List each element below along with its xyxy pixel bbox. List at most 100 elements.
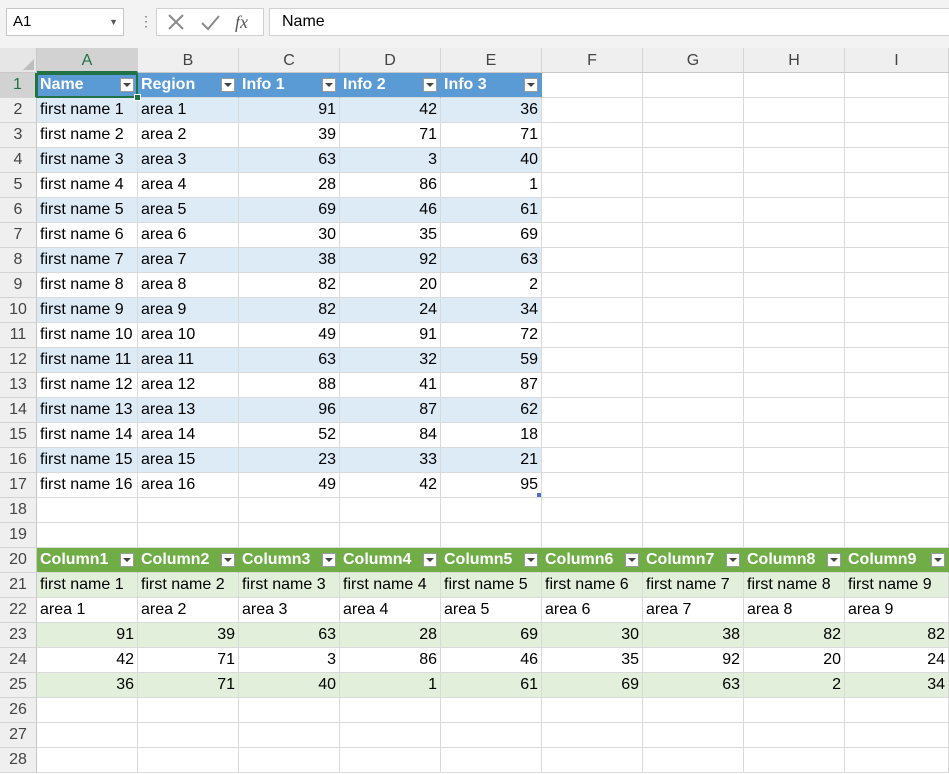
table1-cell[interactable]: first name 12 — [37, 373, 138, 398]
table1-cell[interactable]: first name 2 — [37, 123, 138, 148]
table2-cell[interactable]: first name 3 — [239, 573, 340, 598]
table1-cell[interactable]: area 4 — [138, 173, 239, 198]
grid-cell[interactable] — [845, 373, 949, 398]
table1-cell[interactable]: first name 14 — [37, 423, 138, 448]
row-header-1[interactable]: 1 — [0, 73, 37, 98]
table1-cell[interactable]: area 2 — [138, 123, 239, 148]
table1-cell[interactable]: 34 — [441, 298, 542, 323]
filter-dropdown-icon[interactable] — [524, 78, 538, 92]
table1-header-cell[interactable]: Region — [138, 73, 239, 98]
grid-cell[interactable] — [340, 498, 441, 523]
grid-cell[interactable] — [441, 698, 542, 723]
table2-cell[interactable]: 28 — [340, 623, 441, 648]
grid-cell[interactable] — [744, 73, 845, 98]
table1-cell[interactable]: area 16 — [138, 473, 239, 498]
grid-cell[interactable] — [744, 273, 845, 298]
row-header-4[interactable]: 4 — [0, 148, 37, 173]
table2-cell[interactable]: 82 — [744, 623, 845, 648]
more-options-icon[interactable]: ⋮ — [139, 14, 153, 28]
grid-cell[interactable] — [542, 373, 643, 398]
grid-cell[interactable] — [138, 723, 239, 748]
table1-cell[interactable]: 61 — [441, 198, 542, 223]
table1-cell[interactable]: 69 — [441, 223, 542, 248]
table2-cell[interactable]: 82 — [845, 623, 949, 648]
table2-header-cell[interactable]: Column6 — [542, 548, 643, 573]
grid-cell[interactable] — [845, 498, 949, 523]
table1-cell[interactable]: 69 — [239, 198, 340, 223]
table1-cell[interactable]: first name 16 — [37, 473, 138, 498]
select-all-button[interactable] — [0, 48, 37, 73]
grid-cell[interactable] — [542, 223, 643, 248]
table1-cell[interactable]: area 9 — [138, 298, 239, 323]
table2-cell[interactable]: area 1 — [37, 598, 138, 623]
table2-cell[interactable]: first name 7 — [643, 573, 744, 598]
grid-cell[interactable] — [744, 498, 845, 523]
table2-cell[interactable]: area 7 — [643, 598, 744, 623]
table1-cell[interactable]: 24 — [340, 298, 441, 323]
table2-cell[interactable]: area 9 — [845, 598, 949, 623]
row-header-19[interactable]: 19 — [0, 523, 37, 548]
grid-cell[interactable] — [744, 198, 845, 223]
table1-cell[interactable]: 87 — [441, 373, 542, 398]
row-header-15[interactable]: 15 — [0, 423, 37, 448]
table2-cell[interactable]: 35 — [542, 648, 643, 673]
table1-cell[interactable]: area 12 — [138, 373, 239, 398]
check-icon[interactable] — [199, 11, 221, 33]
grid-cell[interactable] — [239, 748, 340, 773]
grid-cell[interactable] — [138, 748, 239, 773]
grid-cell[interactable] — [37, 723, 138, 748]
table2-header-cell[interactable]: Column5 — [441, 548, 542, 573]
table1-cell[interactable]: area 3 — [138, 148, 239, 173]
filter-dropdown-icon[interactable] — [524, 553, 538, 567]
grid-cell[interactable] — [744, 98, 845, 123]
row-header-13[interactable]: 13 — [0, 373, 37, 398]
grid-cell[interactable] — [744, 348, 845, 373]
grid-cell[interactable] — [542, 273, 643, 298]
grid-cell[interactable] — [138, 498, 239, 523]
table1-cell[interactable]: first name 8 — [37, 273, 138, 298]
table2-cell[interactable]: first name 6 — [542, 573, 643, 598]
grid-cell[interactable] — [643, 248, 744, 273]
column-header-i[interactable]: I — [845, 48, 949, 73]
grid-cell[interactable] — [138, 698, 239, 723]
grid-cell[interactable] — [542, 723, 643, 748]
table1-cell[interactable]: 36 — [441, 98, 542, 123]
column-header-e[interactable]: E — [441, 48, 542, 73]
filter-dropdown-icon[interactable] — [221, 553, 235, 567]
grid-cell[interactable] — [744, 123, 845, 148]
table1-cell[interactable]: first name 1 — [37, 98, 138, 123]
grid-cell[interactable] — [744, 423, 845, 448]
table2-cell[interactable]: area 5 — [441, 598, 542, 623]
table2-cell[interactable]: 71 — [138, 648, 239, 673]
table2-cell[interactable]: 42 — [37, 648, 138, 673]
grid-cell[interactable] — [643, 698, 744, 723]
name-box[interactable]: A1 ▼ — [6, 8, 124, 36]
table1-cell[interactable]: 1 — [441, 173, 542, 198]
grid-cell[interactable] — [643, 98, 744, 123]
row-header-5[interactable]: 5 — [0, 173, 37, 198]
row-header-12[interactable]: 12 — [0, 348, 37, 373]
row-header-10[interactable]: 10 — [0, 298, 37, 323]
row-header-17[interactable]: 17 — [0, 473, 37, 498]
table2-cell[interactable]: 86 — [340, 648, 441, 673]
table1-cell[interactable]: 20 — [340, 273, 441, 298]
table2-cell[interactable]: 36 — [37, 673, 138, 698]
table2-cell[interactable]: area 3 — [239, 598, 340, 623]
grid-cell[interactable] — [340, 523, 441, 548]
table2-cell[interactable]: 69 — [542, 673, 643, 698]
grid-cell[interactable] — [845, 748, 949, 773]
grid-cell[interactable] — [542, 73, 643, 98]
table1-cell[interactable]: 32 — [340, 348, 441, 373]
row-header-6[interactable]: 6 — [0, 198, 37, 223]
table1-header-cell[interactable]: Info 3 — [441, 73, 542, 98]
table2-cell[interactable]: first name 2 — [138, 573, 239, 598]
grid-cell[interactable] — [744, 248, 845, 273]
grid-cell[interactable] — [37, 498, 138, 523]
grid-cell[interactable] — [744, 473, 845, 498]
table1-header-cell[interactable]: Name — [37, 73, 138, 98]
row-header-27[interactable]: 27 — [0, 723, 37, 748]
row-header-7[interactable]: 7 — [0, 223, 37, 248]
column-header-d[interactable]: D — [340, 48, 441, 73]
table2-header-cell[interactable]: Column9 — [845, 548, 949, 573]
row-header-26[interactable]: 26 — [0, 698, 37, 723]
